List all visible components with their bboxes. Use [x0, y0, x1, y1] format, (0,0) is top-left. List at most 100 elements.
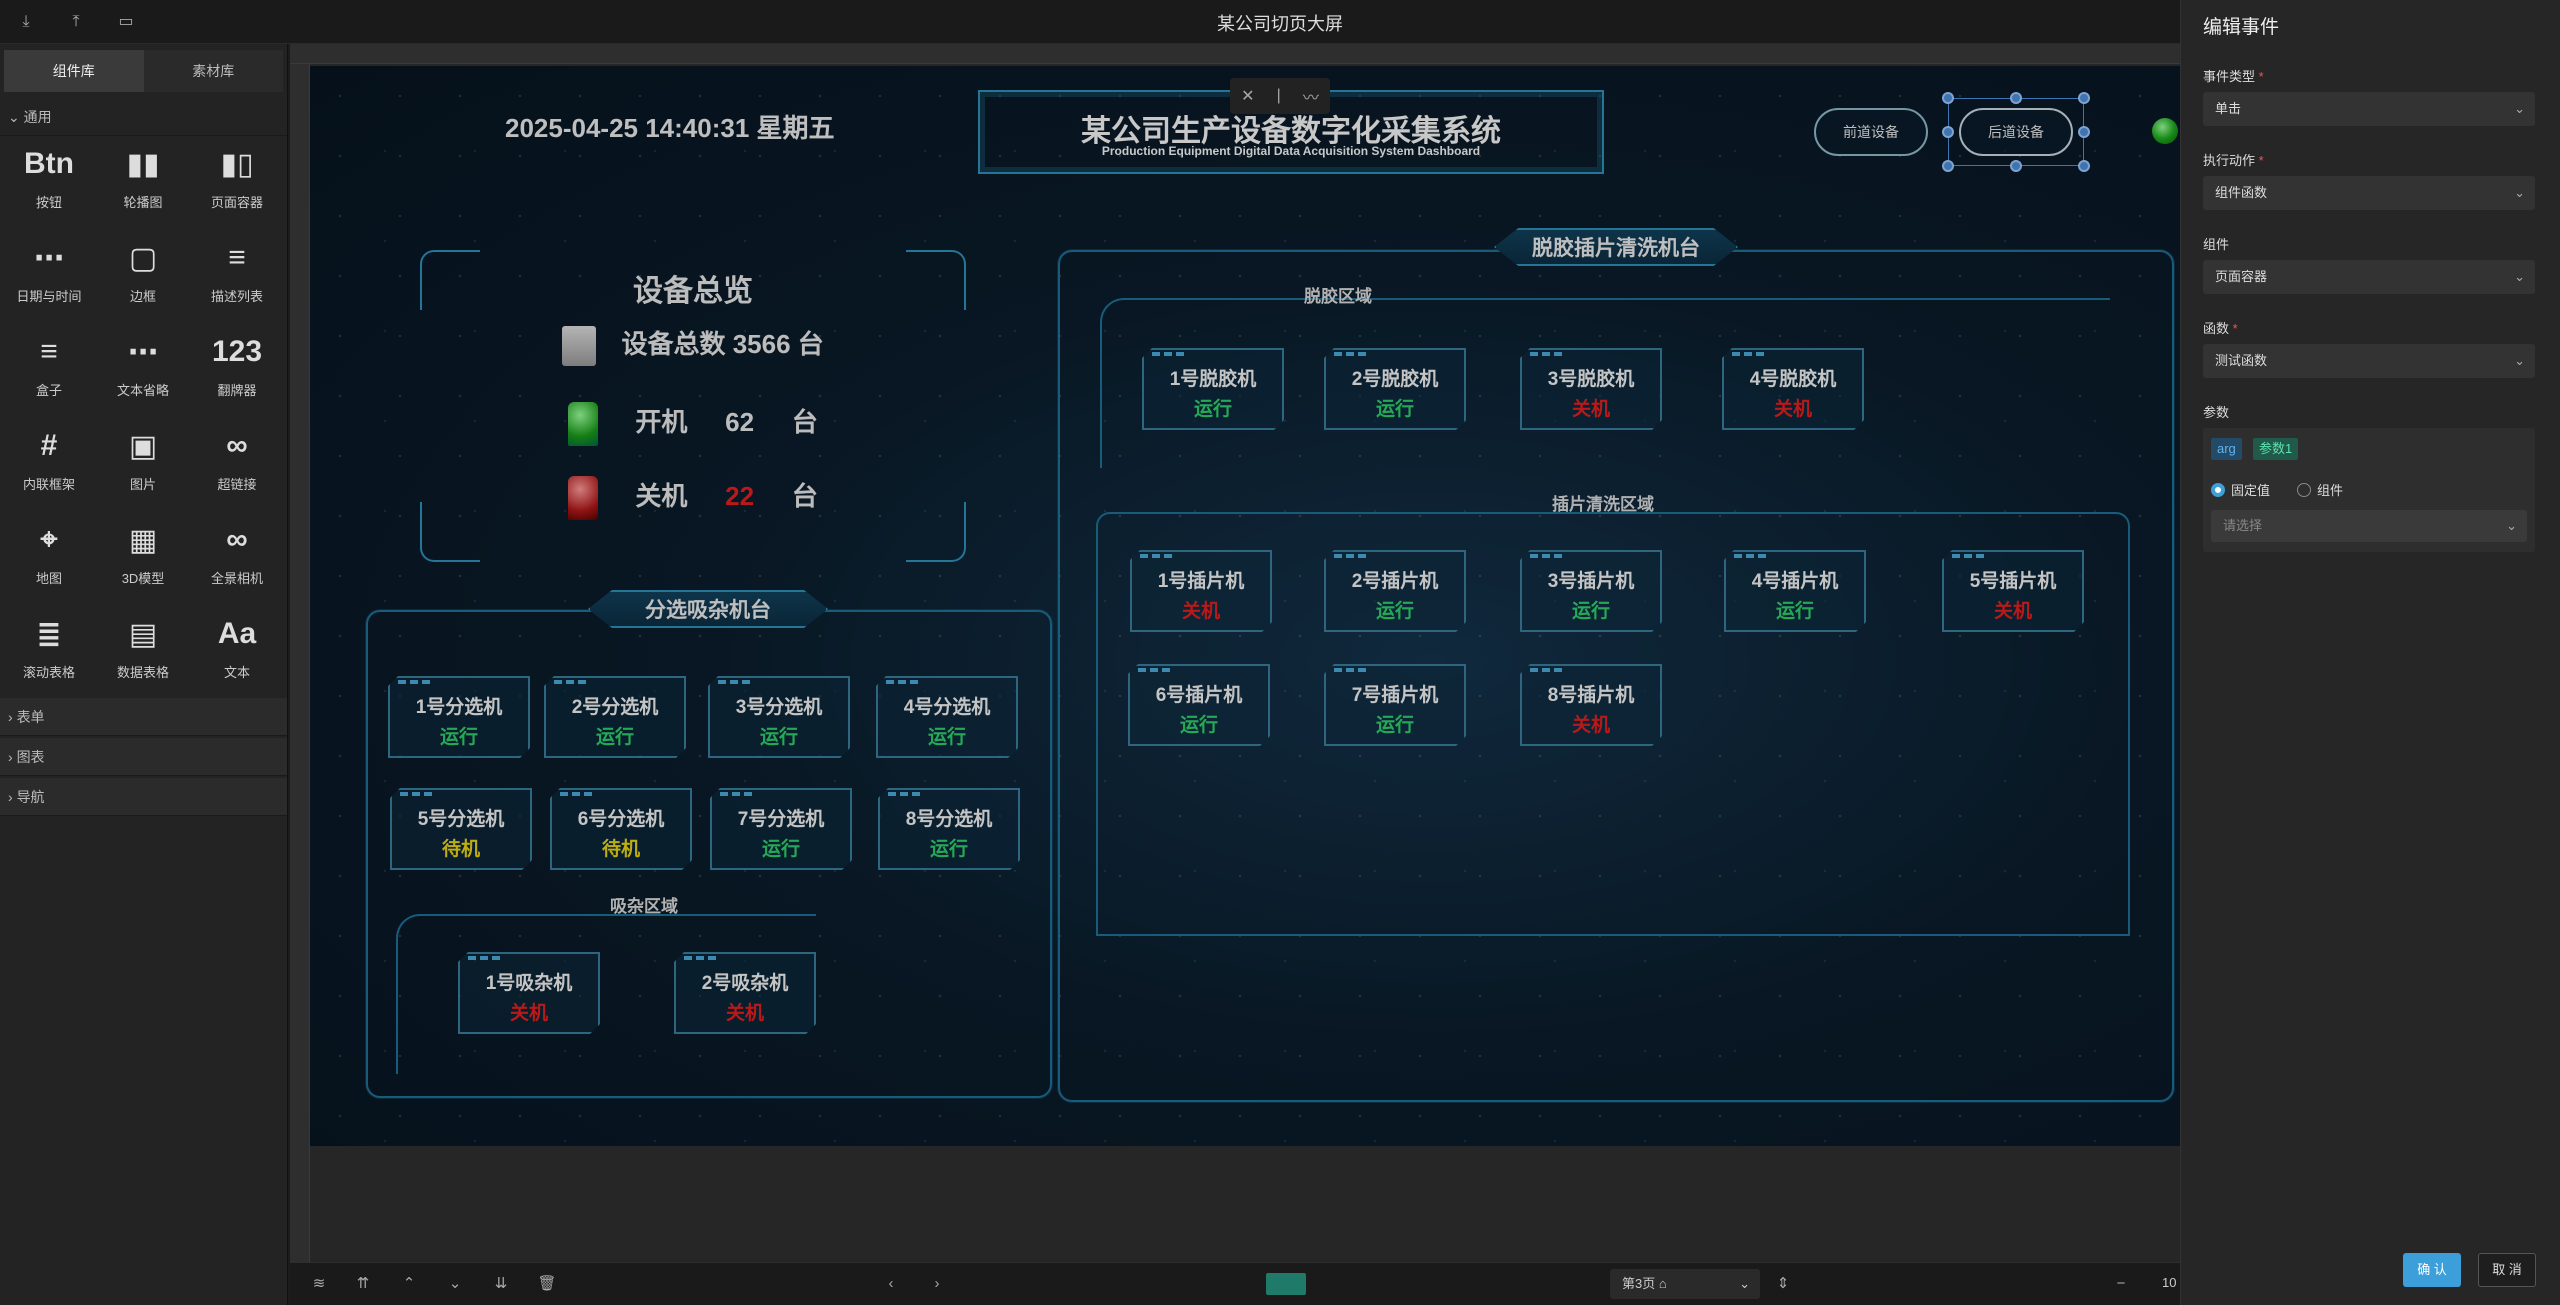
component-item[interactable]: ⌖ 地图 — [2, 512, 96, 602]
component-item[interactable]: ≡ 描述列表 — [190, 230, 284, 320]
cancel-button[interactable]: 取 消 — [2478, 1253, 2536, 1287]
component-icon: # — [40, 429, 58, 462]
component-item[interactable]: ∞ 超链接 — [190, 418, 284, 508]
bring-to-front-icon[interactable]: ⇈ — [352, 1273, 374, 1295]
send-to-back-icon[interactable]: ⇊ — [490, 1273, 512, 1295]
event-type-value: 单击 — [2215, 101, 2242, 116]
param-value-select[interactable]: 请选择 ⌄ — [2211, 510, 2527, 542]
preview-monitor-icon[interactable]: ▭ — [116, 12, 136, 32]
component-icon: ▮▮ — [126, 147, 160, 181]
param-tag[interactable]: 参数1 — [2253, 438, 2299, 460]
tab-materials[interactable]: 素材库 — [144, 50, 284, 92]
upload-icon[interactable]: ⤒ — [66, 12, 86, 32]
chevron-down-icon: ⌄ — [2514, 269, 2525, 284]
group-nav-header[interactable]: › 导航 — [0, 778, 287, 816]
arg-tag[interactable]: arg — [2211, 438, 2242, 460]
component-select[interactable]: 页面容器 ⌄ — [2203, 260, 2535, 294]
component-label: 组件 — [2203, 237, 2230, 252]
param-placeholder: 请选择 — [2223, 518, 2263, 533]
layers-icon[interactable]: ≋ — [308, 1273, 330, 1295]
component-label: 数据表格 — [116, 665, 169, 680]
component-icon: ⌖ — [40, 523, 58, 556]
component-item[interactable]: ▢ 边框 — [96, 230, 190, 320]
component-label: 页面容器 — [210, 195, 263, 210]
component-icon: Btn — [24, 147, 74, 180]
component-item[interactable]: ∞ 全景相机 — [190, 512, 284, 602]
confirm-button[interactable]: 确 认 — [2403, 1253, 2461, 1287]
component-label: 超链接 — [217, 477, 257, 492]
group-chart-label: 图表 — [16, 749, 45, 765]
component-label: 描述列表 — [210, 289, 263, 304]
action-label-text: 执行动作 — [2203, 153, 2256, 168]
move-down-icon[interactable]: ⌄ — [444, 1273, 466, 1295]
function-label: 函数 * — [2203, 318, 2238, 337]
component-item[interactable]: ▣ 图片 — [96, 418, 190, 508]
move-up-icon[interactable]: ⌃ — [398, 1273, 420, 1295]
radio-checked-icon — [2211, 483, 2225, 497]
action-value: 组件函数 — [2215, 185, 2268, 200]
component-item[interactable]: ▮▯ 页面容器 — [190, 136, 284, 226]
param-label: 参数 — [2203, 405, 2230, 420]
component-item[interactable]: 123 翻牌器 — [190, 324, 284, 414]
canvas-dim-overlay — [310, 66, 2180, 1146]
component-item[interactable]: ▤ 数据表格 — [96, 606, 190, 696]
component-icon: ≡ — [40, 335, 58, 368]
zoom-out-icon[interactable]: − — [2110, 1273, 2132, 1295]
page-select[interactable]: 第3页 ⌂ ⌄ — [1610, 1269, 1760, 1299]
component-item[interactable]: Aa 文本 — [190, 606, 284, 696]
tab-components[interactable]: 组件库 — [4, 50, 144, 92]
action-select[interactable]: 组件函数 ⌄ — [2203, 176, 2535, 210]
bottom-toolbar: ≋ ⇈ ⌃ ⌄ ⇊ 🗑 ‹ › 第3页 ⌂ ⌄ ⇕ − 10 — [290, 1262, 2180, 1305]
group-form-header[interactable]: › 表单 — [0, 698, 287, 736]
component-item[interactable]: ⋯ 日期与时间 — [2, 230, 96, 320]
function-label-text: 函数 — [2203, 321, 2230, 336]
ruler-vertical — [290, 64, 310, 1262]
chevron-down-icon: ⌄ — [8, 109, 20, 125]
delete-icon[interactable]: 🗑 — [536, 1273, 558, 1295]
param-box: arg 参数1 固定值 组件 请选择 ⌄ — [2203, 428, 2535, 552]
component-label: 轮播图 — [123, 195, 163, 210]
component-icon: ▮▯ — [220, 147, 254, 181]
chevron-down-icon: ⌄ — [2514, 185, 2525, 200]
event-type-select[interactable]: 单击 ⌄ — [2203, 92, 2535, 126]
chevron-right-icon: › — [8, 789, 13, 805]
group-chart-header[interactable]: › 图表 — [0, 738, 287, 776]
page-label: 第3页 — [1622, 1276, 1656, 1291]
component-icon: ▣ — [128, 429, 158, 463]
required-mark: * — [2258, 69, 2264, 84]
component-item[interactable]: # 内联框架 — [2, 418, 96, 508]
next-page-icon[interactable]: › — [926, 1273, 948, 1295]
component-label: 文本 — [223, 665, 250, 680]
function-select[interactable]: 测试函数 ⌄ — [2203, 344, 2535, 378]
component-item[interactable]: Btn 按钮 — [2, 136, 96, 226]
ruler-horizontal — [290, 44, 2180, 64]
component-item[interactable]: ⋯ 文本省略 — [96, 324, 190, 414]
component-label: 盒子 — [35, 383, 62, 398]
prev-page-icon[interactable]: ‹ — [880, 1273, 902, 1295]
component-item[interactable]: ≡ 盒子 — [2, 324, 96, 414]
component-value: 页面容器 — [2215, 269, 2268, 284]
component-icon: ∞ — [226, 429, 248, 462]
radio-component[interactable]: 组件 — [2297, 480, 2343, 499]
component-label: 3D模型 — [121, 571, 165, 586]
component-label: 内联框架 — [22, 477, 75, 492]
top-toolbar: ⤓ ⤒ ▭ 某公司切页大屏 — [0, 0, 2180, 44]
component-icon: ⋯ — [128, 335, 158, 369]
group-common-header[interactable]: ⌄ 通用 — [0, 98, 287, 136]
download-icon[interactable]: ⤓ — [16, 12, 36, 32]
page-thumbnail-icon[interactable] — [1266, 1273, 1306, 1295]
radio-unchecked-icon — [2297, 483, 2311, 497]
component-label: 全景相机 — [210, 571, 263, 586]
component-item[interactable]: ≣ 滚动表格 — [2, 606, 96, 696]
required-mark: * — [2258, 153, 2264, 168]
required-mark: * — [2232, 321, 2238, 336]
component-library-panel: 组件库 素材库 ⌄ 通用 Btn 按钮 ▮▮ 轮播图 ▮▯ 页面容器 ⋯ 日期与时间 ▢ 边框 ≡ 描… — [0, 44, 288, 1305]
component-item[interactable]: ▦ 3D模型 — [96, 512, 190, 602]
sort-icon[interactable]: ⇕ — [1772, 1273, 1794, 1295]
radio-fixed-value[interactable]: 固定值 — [2211, 480, 2270, 499]
component-icon: ▦ — [128, 523, 158, 557]
dashboard-screen[interactable]: 2025-04-25 14:40:31 星期五 某公司生产设备数字化采集系统 P… — [310, 66, 2180, 1146]
component-item[interactable]: ▮▮ 轮播图 — [96, 136, 190, 226]
chevron-right-icon: › — [8, 749, 13, 765]
chevron-right-icon: › — [8, 709, 13, 725]
